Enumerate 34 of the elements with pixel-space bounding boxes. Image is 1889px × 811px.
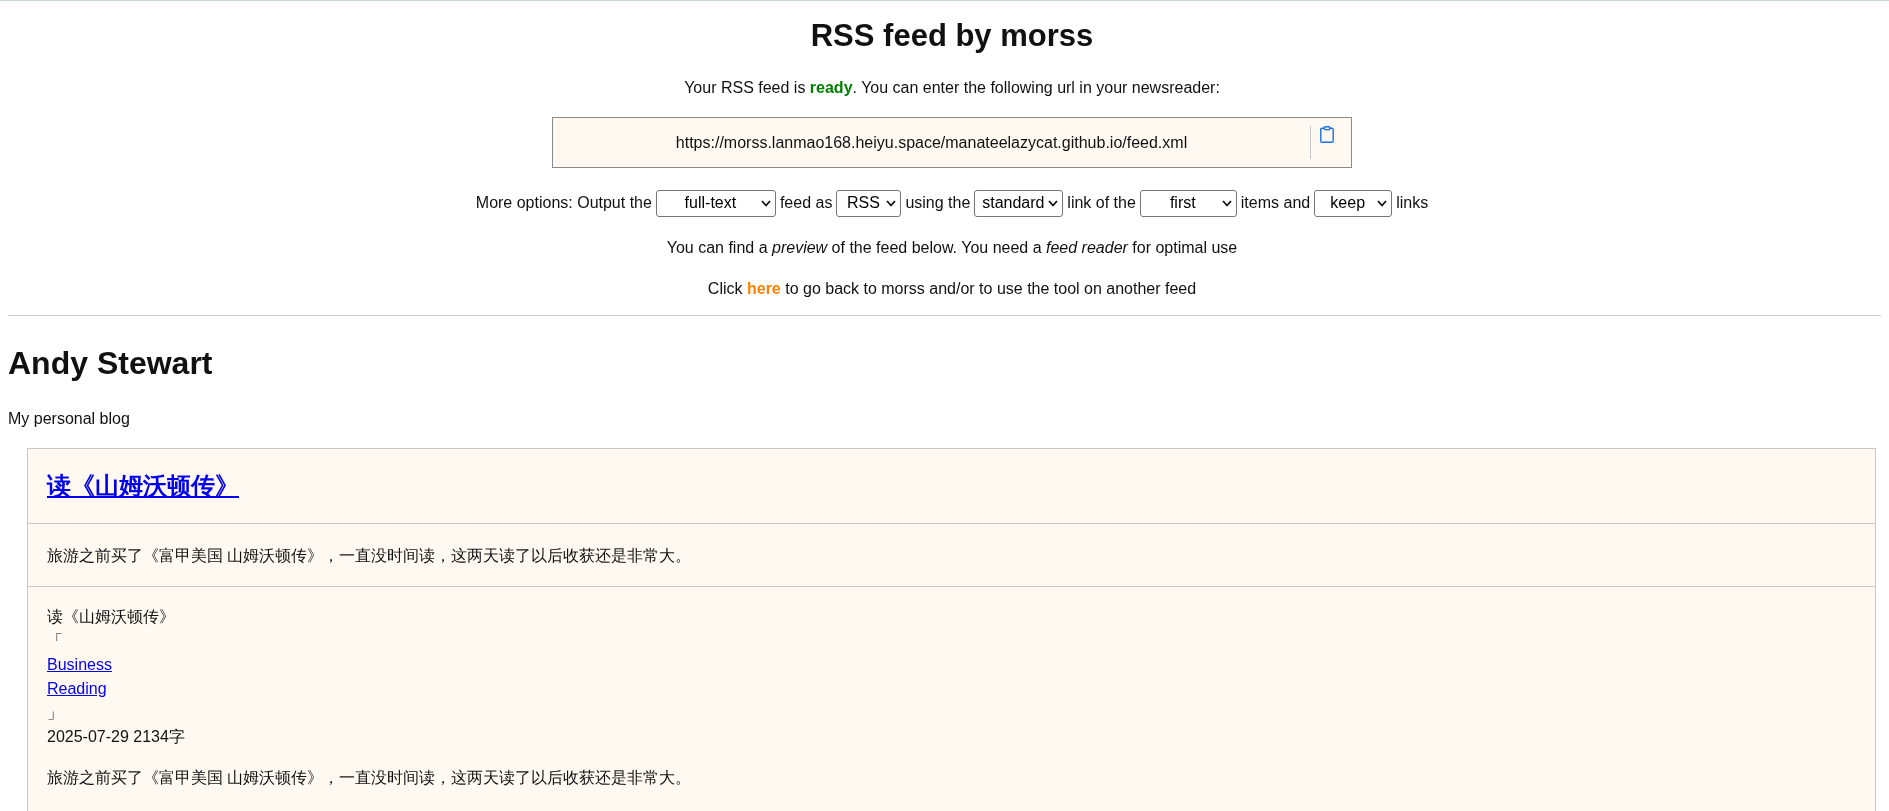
chevron-down-icon [1048, 199, 1059, 207]
dropdown[interactable]: keep [1314, 189, 1393, 217]
options-label: links [1396, 193, 1429, 213]
url-field[interactable]: https://morss.lanmao168.heiyu.space/manateelazycat.github.io/feed.xml [552, 117, 1352, 168]
content-heading: 读《山姆沃顿传》 [47, 607, 175, 627]
article-title-link[interactable]: 读《山姆沃顿传》 [47, 472, 239, 499]
chevron-down-icon [886, 199, 897, 207]
tag-link[interactable]: Reading [47, 677, 107, 701]
clipboard-icon [1320, 126, 1334, 143]
chevron-down-icon [760, 199, 771, 207]
feed-title: Andy Stewart [8, 344, 214, 383]
copy-button[interactable] [1320, 126, 1334, 143]
options-label: items and [1240, 193, 1311, 213]
page-title: RSS feed by morss [810, 17, 1094, 55]
options-label: link of the [1067, 193, 1136, 213]
options-label: More options: Output the [475, 193, 652, 213]
status-message: Your RSS feed is ready. You can enter the following url in your newsreader: [684, 78, 1220, 98]
article-summary: 旅游之前买了《富甲美国 山姆沃顿传》，一直没时间读，这两天读了以后收获还是非常大。 [47, 547, 692, 564]
feed-description: My personal blog [8, 409, 131, 429]
dropdown[interactable]: first [1139, 189, 1237, 217]
content-paragraph: 旅游之前买了《富甲美国 山姆沃顿传》，一直没时间读，这两天读了以后收获还是非常大。 [47, 768, 692, 788]
dropdown[interactable]: RSS [836, 189, 902, 217]
options-label: feed as [779, 193, 833, 213]
post-meta: 2025-07-29 2134字 [47, 727, 185, 747]
options-label: using the [905, 193, 971, 213]
chevron-down-icon [1221, 199, 1232, 207]
chevron-down-icon [1377, 199, 1388, 207]
dropdown[interactable]: full-text [655, 189, 776, 217]
bracket-mark: 」 [47, 703, 63, 723]
back-note: Click here to go back to morss and/or to use the tool on another feed [707, 279, 1197, 299]
preview-note: You can find a preview of the feed below. You need a feed reader for optimal use [666, 238, 1238, 258]
bracket-mark: 「 [47, 631, 63, 651]
tag-link[interactable]: Business [47, 653, 112, 677]
dropdown[interactable]: standard [974, 189, 1064, 217]
